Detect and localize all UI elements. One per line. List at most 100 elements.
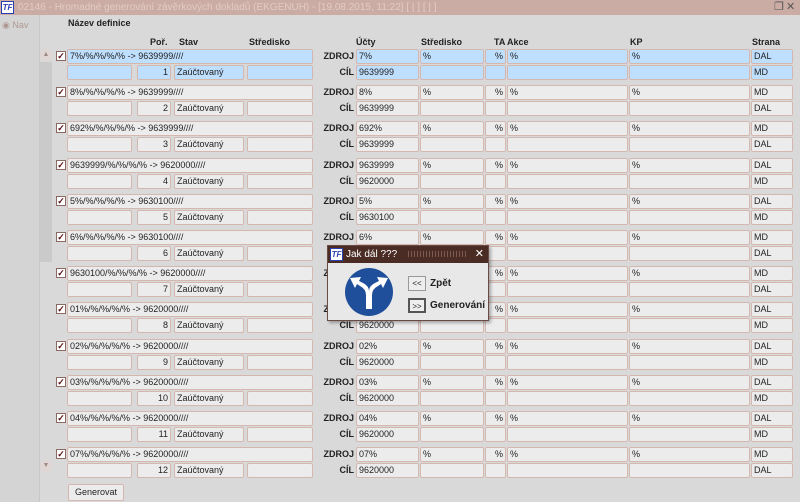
cil-kp-field[interactable] [629, 282, 750, 298]
empty-field[interactable] [67, 173, 132, 189]
empty-field[interactable] [67, 137, 132, 153]
status-field[interactable]: Zaúčtovaný [174, 427, 244, 442]
cil-akce-field[interactable] [507, 246, 628, 261]
definition-name-field[interactable]: 04%/%/%/%/% -> 9620000//// [67, 411, 313, 426]
cil-ta-field[interactable] [485, 173, 506, 189]
order-field[interactable]: 9 [137, 354, 171, 370]
cil-strana-field[interactable]: DAL [751, 463, 793, 479]
empty-field[interactable] [67, 65, 132, 80]
definition-name-field[interactable]: 07%/%/%/%/% -> 9620000//// [67, 447, 313, 463]
zdroj-kp-field[interactable]: % [629, 266, 750, 282]
cil-strana-field[interactable]: DAL [751, 246, 793, 261]
cil-stredisko-field[interactable] [420, 137, 484, 153]
definition-name-field[interactable]: 03%/%/%/%/% -> 9620000//// [67, 374, 313, 390]
cil-kp-field[interactable] [629, 101, 750, 117]
zdroj-strana-field[interactable]: DAL [751, 338, 793, 354]
zdroj-kp-field[interactable]: % [629, 121, 750, 137]
stredisko-field[interactable] [247, 246, 313, 261]
cil-stredisko-field[interactable] [420, 390, 484, 406]
zdroj-akce-field[interactable]: % [507, 302, 628, 318]
zdroj-ta-field[interactable]: % [485, 411, 506, 426]
cil-akce-field[interactable] [507, 354, 628, 370]
cil-ta-field[interactable] [485, 390, 506, 406]
cil-ucet-field[interactable]: 9620000 [356, 390, 419, 406]
cil-akce-field[interactable] [507, 209, 628, 225]
cil-strana-field[interactable]: MD [751, 209, 793, 225]
order-field[interactable]: 7 [137, 282, 171, 298]
zdroj-kp-field[interactable]: % [629, 411, 750, 426]
stredisko-field[interactable] [247, 137, 313, 153]
zdroj-ucet-field[interactable]: 6% [356, 230, 419, 245]
definition-name-field[interactable]: 9639999/%/%/%/% -> 9620000//// [67, 157, 313, 173]
empty-field[interactable] [67, 390, 132, 406]
stredisko-field[interactable] [247, 427, 313, 442]
order-field[interactable]: 4 [137, 173, 171, 189]
stredisko-field[interactable] [247, 101, 313, 117]
zdroj-ucet-field[interactable]: 692% [356, 121, 419, 137]
zdroj-ta-field[interactable]: % [485, 447, 506, 463]
order-field[interactable]: 3 [137, 137, 171, 153]
zdroj-ta-field[interactable]: % [485, 85, 506, 101]
status-field[interactable]: Zaúčtovaný [174, 318, 244, 334]
cil-akce-field[interactable] [507, 101, 628, 117]
row-checkbox[interactable]: ✓ [56, 232, 66, 242]
cil-strana-field[interactable]: MD [751, 173, 793, 189]
definition-name-field[interactable]: 02%/%/%/%/% -> 9620000//// [67, 338, 313, 354]
row-checkbox[interactable]: ✓ [56, 268, 66, 279]
scrollbar[interactable] [40, 62, 52, 262]
close-icon[interactable]: ✕ [786, 0, 795, 15]
cil-akce-field[interactable] [507, 173, 628, 189]
cil-akce-field[interactable] [507, 65, 628, 80]
zdroj-strana-field[interactable]: MD [751, 121, 793, 137]
cil-stredisko-field[interactable] [420, 101, 484, 117]
zdroj-akce-field[interactable]: % [507, 338, 628, 354]
cil-strana-field[interactable]: MD [751, 354, 793, 370]
zdroj-strana-field[interactable]: MD [751, 447, 793, 463]
stredisko-field[interactable] [247, 282, 313, 298]
row-checkbox[interactable]: ✓ [56, 123, 66, 134]
definition-name-field[interactable]: 6%/%/%/%/% -> 9630100//// [67, 230, 313, 245]
cil-kp-field[interactable] [629, 209, 750, 225]
order-field[interactable]: 12 [137, 463, 171, 479]
status-field[interactable]: Zaúčtovaný [174, 354, 244, 370]
zdroj-strana-field[interactable]: DAL [751, 157, 793, 173]
scroll-down-icon[interactable]: ▼ [40, 460, 52, 472]
order-field[interactable]: 1 [137, 65, 171, 80]
cil-kp-field[interactable] [629, 318, 750, 334]
generovani-button[interactable]: >> [408, 298, 426, 313]
empty-field[interactable] [67, 427, 132, 442]
zdroj-akce-field[interactable]: % [507, 374, 628, 390]
cil-ta-field[interactable] [485, 463, 506, 479]
cil-akce-field[interactable] [507, 318, 628, 334]
row-checkbox[interactable]: ✓ [56, 51, 66, 61]
definition-name-field[interactable]: 01%/%/%/%/% -> 9620000//// [67, 302, 313, 318]
zdroj-akce-field[interactable]: % [507, 85, 628, 101]
zdroj-ta-field[interactable]: % [485, 230, 506, 245]
empty-field[interactable] [67, 318, 132, 334]
definition-name-field[interactable]: 692%/%/%/%/% -> 9639999//// [67, 121, 313, 137]
zdroj-kp-field[interactable]: % [629, 85, 750, 101]
order-field[interactable]: 5 [137, 209, 171, 225]
empty-field[interactable] [67, 101, 132, 117]
zdroj-stredisko-field[interactable]: % [420, 157, 484, 173]
zdroj-ucet-field[interactable]: 5% [356, 193, 419, 209]
cil-strana-field[interactable]: MD [751, 390, 793, 406]
stredisko-field[interactable] [247, 463, 313, 479]
status-field[interactable]: Zaúčtovaný [174, 101, 244, 117]
empty-field[interactable] [67, 282, 132, 298]
cil-ta-field[interactable] [485, 101, 506, 117]
zdroj-strana-field[interactable]: DAL [751, 49, 793, 64]
zdroj-akce-field[interactable]: % [507, 193, 628, 209]
empty-field[interactable] [67, 354, 132, 370]
zdroj-kp-field[interactable]: % [629, 302, 750, 318]
zdroj-stredisko-field[interactable]: % [420, 230, 484, 245]
cil-kp-field[interactable] [629, 354, 750, 370]
status-field[interactable]: Zaúčtovaný [174, 390, 244, 406]
zdroj-stredisko-field[interactable]: % [420, 121, 484, 137]
stredisko-field[interactable] [247, 173, 313, 189]
row-checkbox[interactable]: ✓ [56, 195, 66, 206]
zdroj-ta-field[interactable]: % [485, 338, 506, 354]
scroll-up-icon[interactable]: ▲ [40, 49, 52, 61]
cil-ucet-field[interactable]: 9630100 [356, 209, 419, 225]
zdroj-akce-field[interactable]: % [507, 411, 628, 426]
